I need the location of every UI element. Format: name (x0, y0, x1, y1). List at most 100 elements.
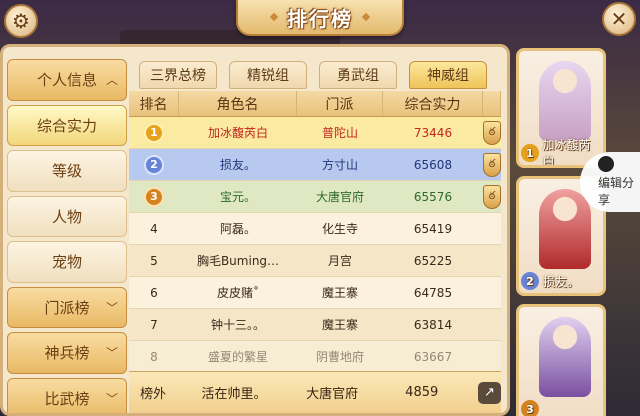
shield-icon[interactable]: ఠ (483, 184, 501, 209)
row-school: 大唐官府 (315, 190, 364, 204)
edit-share-bubble[interactable]: 编辑分享 (580, 152, 640, 212)
character-figure (539, 189, 591, 269)
nav-label: 人物 (51, 207, 82, 226)
nav-item-overall[interactable]: 综合实力 (7, 104, 127, 146)
row-power: 64785 (413, 285, 453, 300)
category-nav: 个人信息 ︿ 综合实力 等级 人物 宠物 门派榜 ﹀ 神兵榜 ﹀ 比武榜 ﹀ (7, 59, 127, 413)
col-header-school: 门派 (297, 91, 383, 116)
table-row[interactable]: 2 损友。 方寸山 65608 ఠ (129, 149, 501, 181)
self-name: 活在帅里。 (201, 387, 267, 402)
col-header-name: 角色名 (179, 91, 297, 116)
row-name: 阿磊。 (219, 222, 256, 236)
edit-share-label: 编辑分享 (598, 176, 635, 207)
nav-label: 神兵榜 (44, 344, 90, 363)
character-figure (539, 317, 591, 397)
table-header: 排名 角色名 门派 综合实力 (129, 91, 501, 117)
row-power: 63667 (413, 349, 453, 364)
nav-group-pvp[interactable]: 比武榜 ﹀ (7, 377, 127, 413)
row-school: 魔王寨 (321, 286, 358, 300)
table-row[interactable]: 6 皮皮赌˚ 魔王寨 64785 (129, 277, 501, 309)
row-school: 方寸山 (321, 158, 358, 172)
share-icon[interactable]: ↗ (477, 381, 501, 404)
nav-label: 等级 (51, 162, 82, 181)
row-rank: 5 (150, 253, 158, 268)
nav-item-character[interactable]: 人物 (7, 195, 127, 237)
row-name: 皮皮赌˚ (216, 286, 259, 300)
portrait-rank-1[interactable]: 1 加冰馥芮白 (516, 48, 606, 168)
self-power: 4859 (405, 385, 439, 400)
col-header-power: 综合实力 (383, 91, 483, 116)
gold-medal-icon: 1 (144, 122, 164, 143)
table-row[interactable]: 1 加冰馥芮白 普陀山 73446 ఠ (129, 117, 501, 149)
chevron-down-icon: ﹀ (105, 391, 118, 406)
table-row[interactable]: 4 阿磊。 化生寺 65419 (129, 213, 501, 245)
row-school: 魔王寨 (321, 318, 358, 332)
col-header-spacer (483, 91, 501, 116)
nav-item-level[interactable]: 等级 (7, 150, 127, 192)
bronze-medal-icon: 3 (521, 400, 539, 416)
row-name: 胸毛Buming… (196, 254, 280, 268)
table-row[interactable]: 3 宝元。 大唐官府 65576 ఠ (129, 181, 501, 213)
chevron-down-icon: ﹀ (105, 300, 118, 315)
nav-label: 综合实力 (36, 116, 97, 135)
row-school: 化生寺 (321, 222, 358, 236)
table-row[interactable]: 8 盛夏的繁星 阴曹地府 63667 (129, 341, 501, 371)
nav-label: 门派榜 (44, 298, 90, 317)
row-rank: 4 (150, 221, 158, 236)
leaderboard-panel: 个人信息 ︿ 综合实力 等级 人物 宠物 门派榜 ﹀ 神兵榜 ﹀ 比武榜 ﹀ 三… (0, 44, 510, 416)
row-school: 普陀山 (321, 126, 358, 140)
gold-medal-icon: 1 (521, 144, 539, 162)
row-name: 盛夏的繁星 (207, 350, 268, 364)
row-name: 加冰馥芮白 (207, 126, 268, 140)
tab-elite[interactable]: 精锐组 (229, 61, 307, 89)
eye-icon (598, 156, 614, 172)
self-school: 大唐官府 (306, 387, 359, 402)
tab-label: 三界总榜 (150, 68, 206, 84)
shield-icon[interactable]: ఠ (483, 120, 501, 145)
table-row[interactable]: 5 胸毛Buming… 月宫 65225 (129, 245, 501, 277)
group-tabs: 三界总榜 精锐组 勇武组 神威组 (139, 61, 487, 89)
tab-label: 神威组 (427, 68, 469, 84)
table-row[interactable]: 7 钟十三。。 魔王寨 63814 (129, 309, 501, 341)
silver-medal-icon: 2 (144, 154, 164, 175)
row-name: 宝元。 (219, 190, 256, 204)
col-header-rank: 排名 (129, 91, 179, 116)
row-power: 73446 (413, 125, 453, 140)
row-power: 63814 (413, 317, 453, 332)
nav-group-weapon[interactable]: 神兵榜 ﹀ (7, 332, 127, 374)
nav-item-pet[interactable]: 宠物 (7, 241, 127, 283)
decor-diamond-icon (361, 12, 371, 22)
row-power: 65419 (413, 221, 453, 236)
window-title-bar: 排行榜 (236, 0, 404, 36)
top-three-portraits: 1 加冰馥芮白 2 损友。 3 (512, 44, 640, 416)
row-school: 月宫 (327, 254, 352, 268)
chevron-down-icon: ﹀ (105, 346, 118, 361)
nav-group-school[interactable]: 门派榜 ﹀ (7, 286, 127, 328)
close-icon[interactable]: ✕ (602, 2, 636, 36)
shield-icon[interactable]: ఠ (483, 152, 501, 177)
nav-label: 比武榜 (44, 389, 90, 408)
settings-gear-icon[interactable]: ⚙ (4, 4, 38, 38)
row-rank: 8 (150, 349, 158, 364)
tab-label: 勇武组 (337, 68, 379, 84)
row-name: 钟十三。。 (210, 318, 265, 332)
nav-group-personal[interactable]: 个人信息 ︿ (7, 59, 127, 101)
row-rank: 6 (150, 285, 158, 300)
silver-medal-icon: 2 (521, 272, 539, 290)
tab-all-realms[interactable]: 三界总榜 (139, 61, 217, 89)
row-school: 阴曹地府 (315, 350, 364, 364)
ranking-table: 排名 角色名 门派 综合实力 1 加冰馥芮白 普陀山 73446 ఠ 2 损友。… (129, 91, 501, 371)
portrait-rank-3[interactable]: 3 (516, 304, 606, 416)
tab-brave[interactable]: 勇武组 (319, 61, 397, 89)
row-power: 65225 (413, 253, 453, 268)
row-rank: 7 (150, 317, 158, 332)
page-title: 排行榜 (287, 6, 353, 31)
tab-divine[interactable]: 神威组 (409, 61, 487, 89)
tab-label: 精锐组 (247, 68, 289, 84)
nav-label: 宠物 (51, 253, 82, 272)
row-power: 65608 (413, 157, 453, 172)
decor-diamond-icon (269, 12, 279, 22)
chevron-up-icon: ︿ (105, 73, 118, 88)
self-rank-row: 榜外 活在帅里。 大唐官府 4859 ↗ (129, 371, 501, 413)
character-figure (539, 61, 591, 141)
